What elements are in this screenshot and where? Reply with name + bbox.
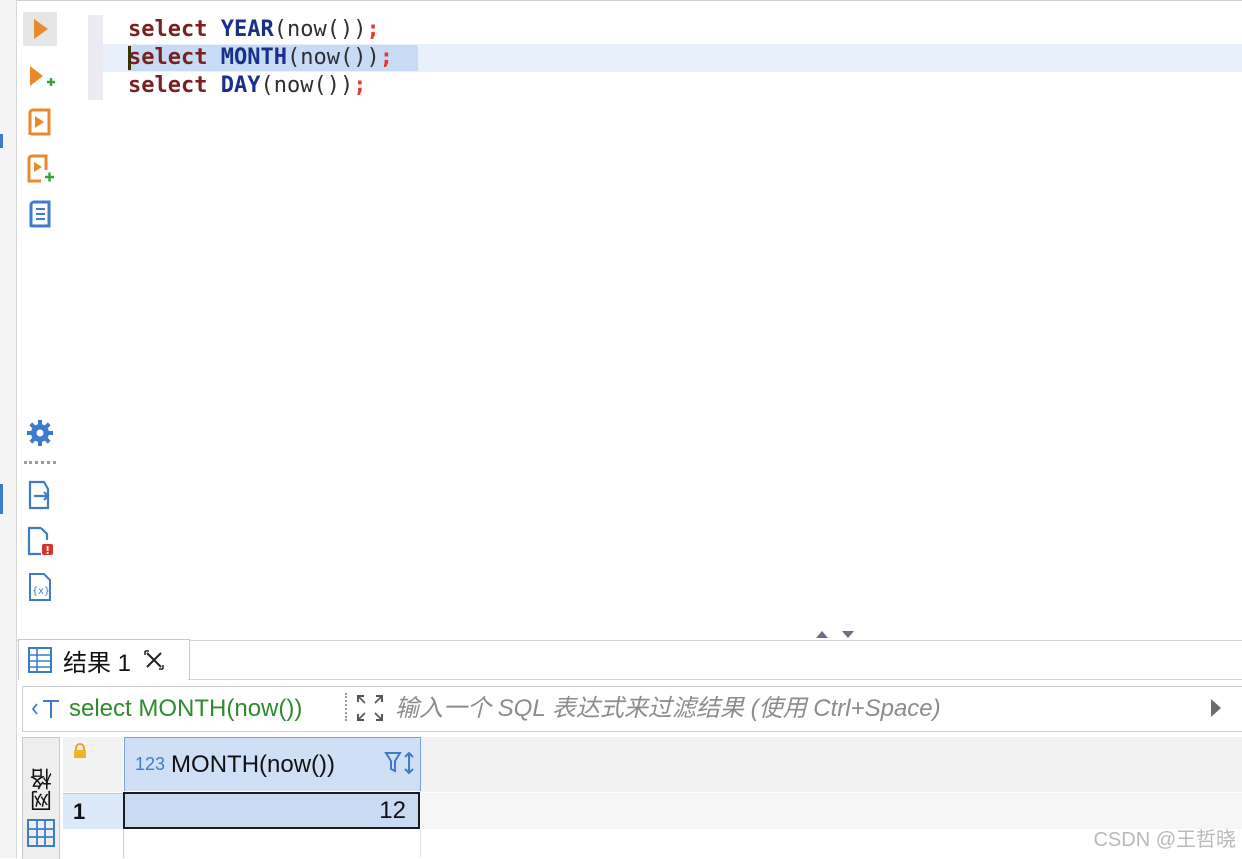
apply-filter-button[interactable] xyxy=(1209,697,1223,724)
keyword: select xyxy=(128,45,208,70)
filter-expression-input[interactable] xyxy=(395,691,1155,727)
text-filter-icon xyxy=(31,700,59,718)
keyword: select xyxy=(128,17,208,42)
execute-script-icon xyxy=(28,108,51,136)
toolbar-separator xyxy=(24,461,56,467)
panel-split-arrows[interactable] xyxy=(814,627,860,639)
settings-gear-icon xyxy=(27,420,53,446)
execute-script-button[interactable] xyxy=(23,106,57,140)
table-cell[interactable]: 12 xyxy=(123,792,420,829)
play-arrow-icon xyxy=(1211,699,1221,717)
strip-marker xyxy=(0,134,3,148)
column-name: MONTH(now()) xyxy=(171,750,336,778)
row-header-empty xyxy=(63,829,124,858)
variables-button[interactable]: {x} xyxy=(23,570,57,604)
code-line-1[interactable]: select YEAR(now()); xyxy=(128,16,380,44)
explain-plan-button[interactable] xyxy=(23,198,57,232)
lock-icon xyxy=(74,743,86,758)
keyword: select xyxy=(128,73,208,98)
expand-filter-button[interactable] xyxy=(355,693,385,728)
editor-gutter xyxy=(88,15,103,100)
export-icon xyxy=(28,480,50,510)
watermark: CSDN @王哲晓 xyxy=(1093,829,1236,851)
tab-results-1[interactable]: 结果 1 xyxy=(18,639,190,680)
semicolon: ; xyxy=(353,73,367,98)
explain-plan-icon xyxy=(29,200,51,228)
filter-funnel-icon[interactable] xyxy=(384,750,402,776)
execute-statement-button[interactable] xyxy=(23,12,57,46)
header-empty-area xyxy=(421,737,1242,792)
active-query-label[interactable]: select MONTH(now()) xyxy=(31,693,302,725)
export-button[interactable] xyxy=(23,478,57,512)
execute-script-new-tab-icon xyxy=(27,154,54,183)
close-tab-icon[interactable] xyxy=(143,649,165,671)
code-line-2[interactable]: select MONTH(now()); xyxy=(128,44,393,72)
semicolon: ; xyxy=(366,17,380,42)
function-args: (now()) xyxy=(260,73,354,98)
settings-button[interactable] xyxy=(23,416,57,450)
outer-panel-strip xyxy=(0,0,17,858)
column-type-label: 123 xyxy=(135,754,166,774)
expand-icon xyxy=(357,695,383,721)
function-name: YEAR xyxy=(220,17,274,42)
execute-script-new-tab-button[interactable] xyxy=(23,152,57,186)
row-number[interactable]: 1 xyxy=(63,793,123,829)
grid-view-tab[interactable]: 网格 xyxy=(22,737,60,859)
sort-arrows-icon[interactable] xyxy=(402,750,416,776)
tab-label: 结果 1 xyxy=(63,649,132,677)
strip-marker xyxy=(0,484,3,514)
execute-in-new-tab-icon xyxy=(30,66,55,86)
filter-bar: select MONTH(now()) xyxy=(22,686,1242,732)
text-caret xyxy=(128,46,131,70)
code-line-3[interactable]: select DAY(now()); xyxy=(128,72,366,100)
execute-in-new-tab-button[interactable] xyxy=(23,60,57,94)
function-name: MONTH xyxy=(220,45,287,70)
function-args: (now()) xyxy=(286,45,380,70)
tab-baseline xyxy=(188,679,1242,680)
problems-button[interactable] xyxy=(23,524,57,558)
query-text: select MONTH(now()) xyxy=(69,695,303,722)
function-args: (now()) xyxy=(273,17,367,42)
grid-table-icon xyxy=(28,647,52,673)
column-header-month[interactable]: 123 MONTH(now()) xyxy=(124,737,421,791)
variables-icon: {x} xyxy=(29,573,51,601)
grid-corner xyxy=(63,737,123,792)
function-name: DAY xyxy=(220,73,261,98)
grid-tab-label: 网格 xyxy=(30,768,55,812)
grid-icon xyxy=(27,819,55,847)
grid-line xyxy=(123,829,124,858)
execute-statement-icon xyxy=(34,19,48,39)
editor-toolbar: {x} xyxy=(17,0,59,632)
problems-icon xyxy=(27,526,53,556)
maximize-restore-icon xyxy=(816,631,854,638)
grid-line xyxy=(420,829,421,858)
filter-separator xyxy=(345,693,347,721)
svg-text:{x}: {x} xyxy=(32,586,50,597)
semicolon: ; xyxy=(379,45,393,70)
